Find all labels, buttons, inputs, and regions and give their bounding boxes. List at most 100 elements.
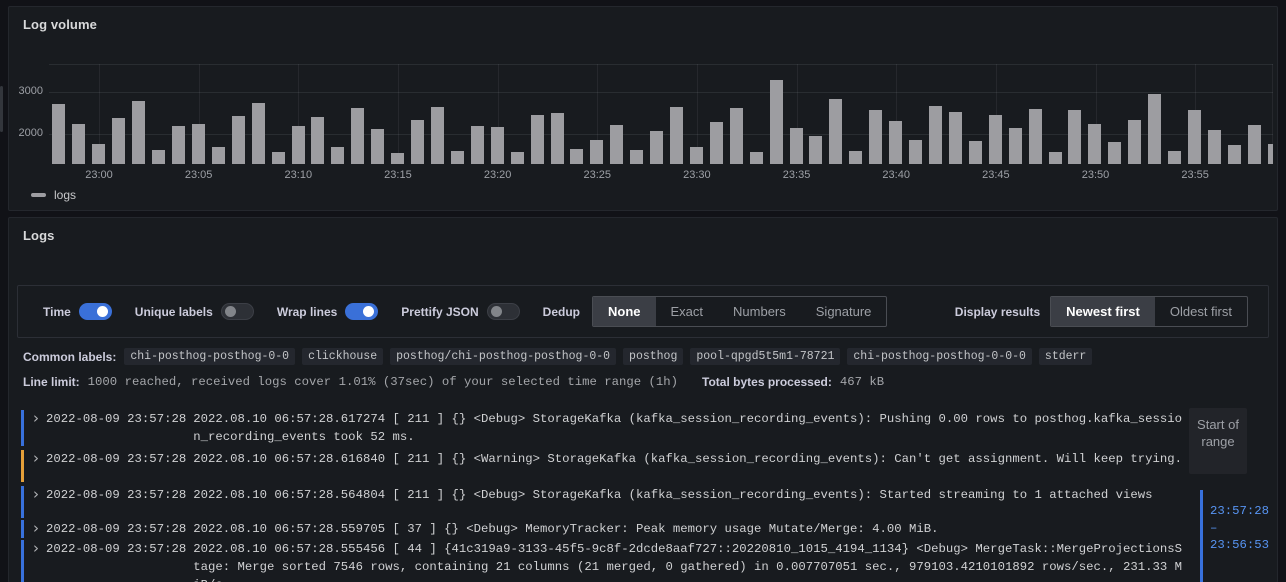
dedup-option-numbers[interactable]: Numbers: [718, 297, 801, 326]
toggle-control-prettify-json: Prettify JSON: [401, 303, 519, 320]
toggle-switch[interactable]: [345, 303, 378, 320]
volume-bar: [1068, 110, 1081, 164]
log-row[interactable]: ›2022-08-09 23:57:28 2022.08.10 06:57:28.…: [21, 448, 1189, 484]
volume-bar: [949, 112, 962, 164]
volume-bar: [531, 115, 544, 164]
log-message: 2022.08.10 06:57:28.564804 [ 211 ] {} <D…: [193, 486, 1189, 504]
x-axis-tick-label: 23:00: [85, 169, 113, 181]
display-option-newest-first[interactable]: Newest first: [1051, 297, 1155, 326]
volume-bar-slot: [687, 64, 707, 164]
log-volume-chart[interactable]: 3000200023:0023:0523:1023:1523:2023:2523…: [9, 7, 1277, 210]
chart-legend[interactable]: logs: [31, 188, 76, 202]
volume-bar: [192, 124, 205, 164]
line-limit-row: Line limit: 1000 reached, received logs …: [23, 375, 1207, 389]
volume-bar: [351, 108, 364, 164]
dedup-options-group: NoneExactNumbersSignature: [592, 296, 887, 327]
volume-bar: [809, 136, 822, 164]
display-results-options-group: Newest firstOldest first: [1050, 296, 1248, 327]
volume-bar-slot: [846, 64, 866, 164]
volume-bar-slot: [1264, 64, 1273, 164]
range-time-to: 23:56:53: [1210, 537, 1269, 554]
page-scrollbar[interactable]: [0, 86, 3, 132]
dedup-option-none[interactable]: None: [593, 297, 656, 326]
x-axis-tick-label: 23:10: [285, 169, 313, 181]
volume-bar-slot: [428, 64, 448, 164]
log-row[interactable]: ›2022-08-09 23:57:282022.08.10 06:57:28.…: [21, 520, 1189, 538]
volume-bar-slot: [627, 64, 647, 164]
toggle-switch[interactable]: [487, 303, 520, 320]
range-time-from: 23:57:28: [1210, 503, 1269, 520]
volume-bar-slot: [149, 64, 169, 164]
volume-bar: [670, 107, 683, 164]
log-timestamp: 2022-08-09 23:57:28: [46, 410, 186, 428]
volume-bar: [1009, 128, 1022, 164]
volume-bar-slot: [1204, 64, 1224, 164]
volume-bar-slot: [487, 64, 507, 164]
common-label-tag: clickhouse: [302, 348, 383, 365]
dedup-label: Dedup: [543, 305, 580, 319]
expand-chevron-icon[interactable]: ›: [29, 486, 43, 503]
volume-bar: [252, 103, 265, 164]
volume-bar-slot: [388, 64, 408, 164]
volume-bar: [212, 147, 225, 164]
legend-series-label[interactable]: logs: [54, 188, 76, 202]
volume-bar: [491, 127, 504, 164]
expand-chevron-icon[interactable]: ›: [29, 410, 43, 427]
toggle-control-unique-labels: Unique labels: [135, 303, 254, 320]
log-row[interactable]: ›2022-08-09 23:57:282022.08.10 06:57:28.…: [21, 484, 1189, 520]
common-label-tag: chi-posthog-posthog-0-0: [124, 348, 295, 365]
volume-bar-slot: [348, 64, 368, 164]
common-labels-tags: chi-posthog-posthog-0-0 clickhouse posthog…: [124, 348, 1099, 365]
volume-bar-slot: [49, 64, 69, 164]
volume-bar: [869, 110, 882, 164]
volume-bar-slot: [89, 64, 109, 164]
volume-bar: [730, 108, 743, 164]
volume-bar: [989, 115, 1002, 164]
logs-panel: Logs TimeUnique labelsWrap linesPrettify…: [8, 217, 1278, 582]
toggle-switch[interactable]: [79, 303, 112, 320]
volume-bar-slot: [587, 64, 607, 164]
volume-bar: [790, 128, 803, 164]
expand-chevron-icon[interactable]: ›: [29, 450, 43, 467]
volume-bar: [451, 151, 464, 164]
volume-bar-slot: [746, 64, 766, 164]
toggle-knob-icon: [491, 306, 502, 317]
volume-bar: [52, 104, 65, 164]
dedup-option-exact[interactable]: Exact: [656, 297, 719, 326]
volume-bar: [152, 150, 165, 164]
expand-chevron-icon[interactable]: ›: [29, 520, 43, 537]
panel-title-logs[interactable]: Logs: [23, 228, 54, 243]
toggle-switch[interactable]: [221, 303, 254, 320]
volume-bar-slot: [945, 64, 965, 164]
volume-bar: [630, 150, 643, 164]
log-row[interactable]: ›2022-08-09 23:57:28 2022.08.10 06:57:28.…: [21, 408, 1189, 448]
common-label-tag: posthog: [623, 348, 683, 365]
dedup-option-signature[interactable]: Signature: [801, 297, 887, 326]
volume-bar-slot: [248, 64, 268, 164]
log-volume-bars[interactable]: [49, 64, 1273, 164]
log-row[interactable]: ›2022-08-09 23:57:282022.08.10 06:57:28.…: [21, 538, 1189, 582]
expand-chevron-icon[interactable]: ›: [29, 540, 43, 557]
volume-bar: [710, 122, 723, 164]
volume-bar: [590, 140, 603, 164]
log-level-bar-debug: [21, 540, 24, 582]
log-timestamp: 2022-08-09 23:57:28: [46, 540, 186, 558]
volume-bar-slot: [328, 64, 348, 164]
volume-bar-slot: [926, 64, 946, 164]
volume-bar-slot: [886, 64, 906, 164]
display-option-oldest-first[interactable]: Oldest first: [1155, 297, 1247, 326]
volume-bar-slot: [647, 64, 667, 164]
volume-bar-slot: [228, 64, 248, 164]
volume-bar-slot: [706, 64, 726, 164]
volume-bar-slot: [1125, 64, 1145, 164]
log-level-bar-debug: [21, 520, 24, 538]
volume-bar-slot: [667, 64, 687, 164]
log-timestamp: 2022-08-09 23:57:28: [46, 450, 186, 468]
display-results-control: Display results Newest firstOldest first: [955, 296, 1248, 327]
log-message: 2022.08.10 06:57:28.617274 [ 211 ] {} <D…: [193, 410, 1189, 446]
volume-bar-slot: [188, 64, 208, 164]
toggle-knob-icon: [363, 306, 374, 317]
volume-bar: [272, 152, 285, 164]
log-message: 2022.08.10 06:57:28.616840 [ 211 ] {} <W…: [193, 450, 1189, 468]
volume-bar: [72, 124, 85, 164]
